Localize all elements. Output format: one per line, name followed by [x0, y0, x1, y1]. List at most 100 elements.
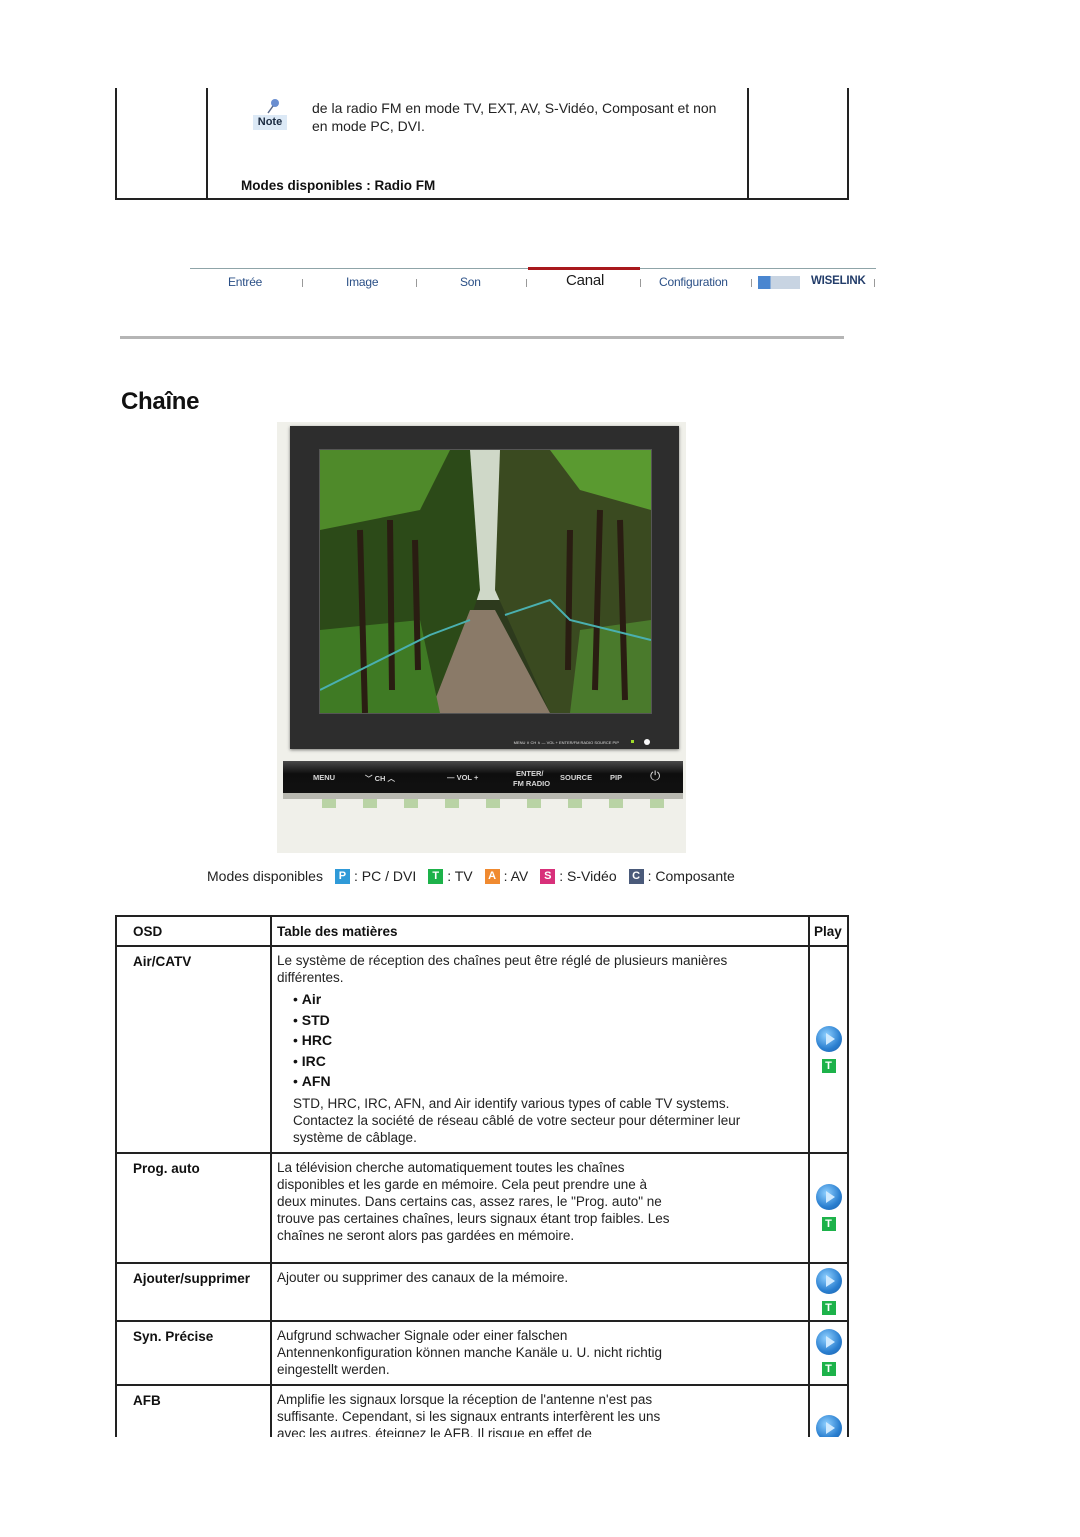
mode-component-label: : Composante [647, 868, 735, 884]
nav-separator [302, 279, 303, 287]
power-led [644, 739, 650, 745]
option-item: IRC [293, 1051, 788, 1072]
section-divider [120, 336, 844, 339]
nav-item-image[interactable]: Image [346, 275, 379, 289]
nav-item-entree[interactable]: Entrée [228, 275, 262, 289]
nav-item-wiselink[interactable]: WISELINK [811, 275, 866, 287]
row-text: Aufgrund schwacher Signale oder einer fa… [277, 1327, 663, 1377]
note-icon: Note [251, 98, 289, 134]
modes-legend-prefix: Modes disponibles [207, 868, 323, 884]
osd-table: OSD Table des matières Play Air/CATV Le … [115, 915, 849, 1476]
play-icon[interactable] [815, 1329, 842, 1355]
mode-av-label: : AV [503, 868, 529, 884]
ctrl-pip-label: PIP [610, 773, 623, 782]
ctrl-source-label: SOURCE [560, 773, 593, 782]
mode-tv-icon: T [428, 868, 444, 884]
play-cell: T [808, 1261, 849, 1322]
monitor-screen-photo [319, 449, 652, 714]
nav-separator [416, 279, 417, 287]
mode-component-icon: C [628, 868, 644, 884]
mode-tv-icon: T [821, 1301, 836, 1315]
ctrl-fmradio-label: FM RADIO [513, 779, 551, 788]
row-text: Amplifie les signaux lorsque la réceptio… [277, 1391, 661, 1441]
monitor-control-foot [283, 793, 683, 799]
table-header-row: OSD Table des matières Play [115, 915, 849, 947]
option-list: Air STD HRC IRC AFN [293, 989, 788, 1092]
header-contents: Table des matières [270, 915, 810, 947]
table-divider [747, 88, 749, 198]
mode-tv-icon: T [821, 1362, 836, 1376]
option-item: AFN [293, 1071, 788, 1092]
mode-tv-label: : TV [447, 868, 473, 884]
row-description: La télévision cherche automatiquement to… [270, 1151, 810, 1264]
option-item: STD [293, 1010, 788, 1031]
header-osd: OSD [115, 915, 272, 947]
nav-active-indicator [528, 267, 640, 270]
osd-name: Syn. Précise [115, 1319, 272, 1386]
mode-tv-icon: T [821, 1217, 836, 1231]
play-icon[interactable] [815, 1184, 842, 1210]
mode-svideo-icon: S [540, 868, 556, 884]
option-item: Air [293, 989, 788, 1010]
power-icon: ⏻ [650, 768, 661, 783]
note-text: de la radio FM en mode TV, EXT, AV, S-Vi… [312, 100, 717, 134]
row-description: Le système de réception des chaînes peut… [270, 945, 810, 1154]
section-nav: Entrée Image Son Canal Configuration WIS… [190, 267, 876, 298]
ctrl-enter-label: ENTER/ [516, 769, 544, 778]
mode-pc-icon: P [334, 868, 350, 884]
mode-pc-label: : PC / DVI [353, 868, 417, 884]
mode-svideo-label: : S-Vidéo [559, 868, 617, 884]
hardware-button [322, 799, 336, 808]
table-divider [206, 88, 208, 198]
option-item: HRC [293, 1030, 788, 1051]
status-led [631, 740, 634, 743]
hardware-button [363, 799, 377, 808]
hardware-button [445, 799, 459, 808]
hardware-button [527, 799, 541, 808]
mode-av-icon: A [484, 868, 500, 884]
ctrl-ch-label: ﹀ CH ︿ [365, 774, 395, 783]
row-note: STD, HRC, IRC, AFN, and Air identify var… [293, 1095, 741, 1145]
table-row: Air/CATV Le système de réception des cha… [115, 945, 849, 1154]
modes-legend: Modes disponibles P : PC / DVI T : TV A … [207, 868, 735, 884]
osd-name: Prog. auto [115, 1151, 272, 1264]
modes-available-fm: Modes disponibles : Radio FM [241, 178, 436, 193]
note-label: Note [253, 115, 287, 130]
hardware-button [568, 799, 582, 808]
osd-name: Ajouter/supprimer [115, 1261, 272, 1322]
row-description: Aufgrund schwacher Signale oder einer fa… [270, 1319, 810, 1386]
nav-item-son[interactable]: Son [460, 275, 481, 289]
nav-separator [751, 279, 752, 287]
hardware-button [404, 799, 418, 808]
brand-logo-icon [758, 276, 800, 289]
play-icon[interactable] [815, 1025, 842, 1052]
row-text: Ajouter ou supprimer des canaux de la mé… [277, 1269, 569, 1285]
tree-path-photo [320, 450, 651, 713]
ctrl-menu-label: MENU [313, 773, 336, 782]
play-cell: T [808, 1319, 849, 1386]
nav-separator [874, 279, 875, 287]
nav-separator [640, 279, 641, 287]
monitor-control-bar: MENU ﹀ CH ︿ — VOL + ENTER/ FM RADIO SOUR… [283, 761, 683, 793]
row-text: Le système de réception des chaînes peut… [277, 953, 728, 985]
page-title: Chaîne [121, 388, 200, 415]
nav-item-configuration[interactable]: Configuration [659, 275, 728, 289]
header-play: Play [808, 915, 849, 947]
ctrl-vol-label: — VOL + [447, 773, 479, 782]
osd-name: Air/CATV [115, 945, 272, 1154]
play-cell: T [808, 1151, 849, 1264]
table-row: Syn. Précise Aufgrund schwacher Signale … [115, 1319, 849, 1386]
hardware-button [650, 799, 664, 808]
pushpin-icon [267, 99, 279, 114]
row-text: La télévision cherche automatiquement to… [277, 1159, 670, 1243]
monitor-illustration: MENU ∨ CH ∧ — VOL + ENTER/FM RADIO SOURC… [290, 426, 679, 749]
row-description: Ajouter ou supprimer des canaux de la mé… [270, 1261, 810, 1322]
hardware-button [609, 799, 623, 808]
play-icon[interactable] [815, 1268, 842, 1294]
page-cutoff [0, 1437, 1080, 1537]
table-row: Prog. auto La télévision cherche automat… [115, 1151, 849, 1264]
mode-tv-icon: T [821, 1058, 836, 1073]
nav-separator [526, 279, 527, 287]
hardware-button [486, 799, 500, 808]
nav-item-canal[interactable]: Canal [566, 272, 604, 289]
